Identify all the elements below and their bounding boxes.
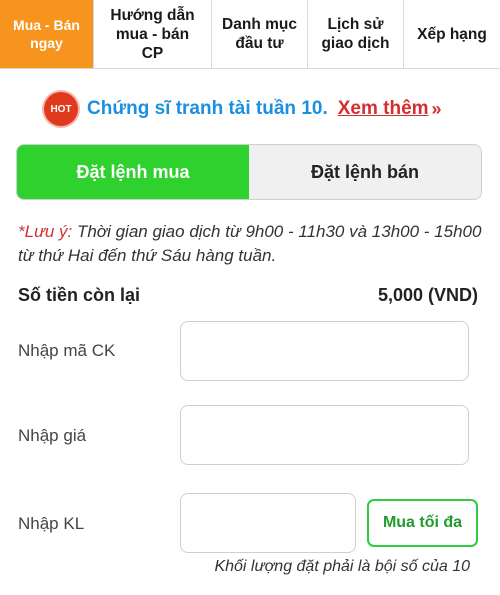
announcement-banner: HOT Chứng sĩ tranh tài tuần 10. Xem thêm…	[44, 92, 442, 126]
double-chevron-right-icon[interactable]: »	[432, 99, 442, 120]
place-sell-order-button[interactable]: Đặt lệnh bán	[249, 145, 481, 199]
see-more-link[interactable]: Xem thêm	[338, 98, 429, 120]
order-type-toggle: Đặt lệnh mua Đặt lệnh bán	[16, 144, 482, 200]
place-buy-order-button[interactable]: Đặt lệnh mua	[17, 145, 249, 199]
quantity-input[interactable]	[180, 493, 356, 553]
tab-transaction-history[interactable]: Lịch sử giao dịch	[308, 0, 404, 68]
tab-trading-guide[interactable]: Hướng dẫn mua - bán CP	[94, 0, 212, 68]
note-label: *Lưu ý:	[18, 222, 73, 241]
tab-buy-sell-now[interactable]: Mua - Bán ngay	[0, 0, 94, 68]
hot-badge-icon: HOT	[44, 92, 78, 126]
balance-value: 5,000 (VND)	[377, 285, 478, 305]
quantity-hint: Khối lượng đặt phải là bội số của 10	[214, 558, 470, 575]
symbol-input[interactable]	[180, 321, 469, 381]
buy-max-button[interactable]: Mua tối đa	[367, 499, 478, 547]
top-tab-bar: Mua - Bán ngay Hướng dẫn mua - bán CP Da…	[0, 0, 500, 69]
price-input[interactable]	[180, 405, 469, 465]
trading-hours-note: *Lưu ý: Thời gian giao dịch từ 9h00 - 11…	[18, 220, 488, 268]
price-label: Nhập giá	[18, 426, 87, 445]
tab-portfolio[interactable]: Danh mục đầu tư	[212, 0, 308, 68]
tab-ranking[interactable]: Xếp hạng	[404, 0, 500, 68]
symbol-label: Nhập mã CK	[18, 341, 116, 360]
quantity-label: Nhập KL	[18, 514, 85, 533]
announcement-text: Chứng sĩ tranh tài tuần 10.	[87, 98, 328, 119]
note-text: Thời gian giao dịch từ 9h00 - 11h30 và 1…	[18, 222, 482, 265]
balance-label: Số tiền còn lại	[18, 285, 141, 305]
